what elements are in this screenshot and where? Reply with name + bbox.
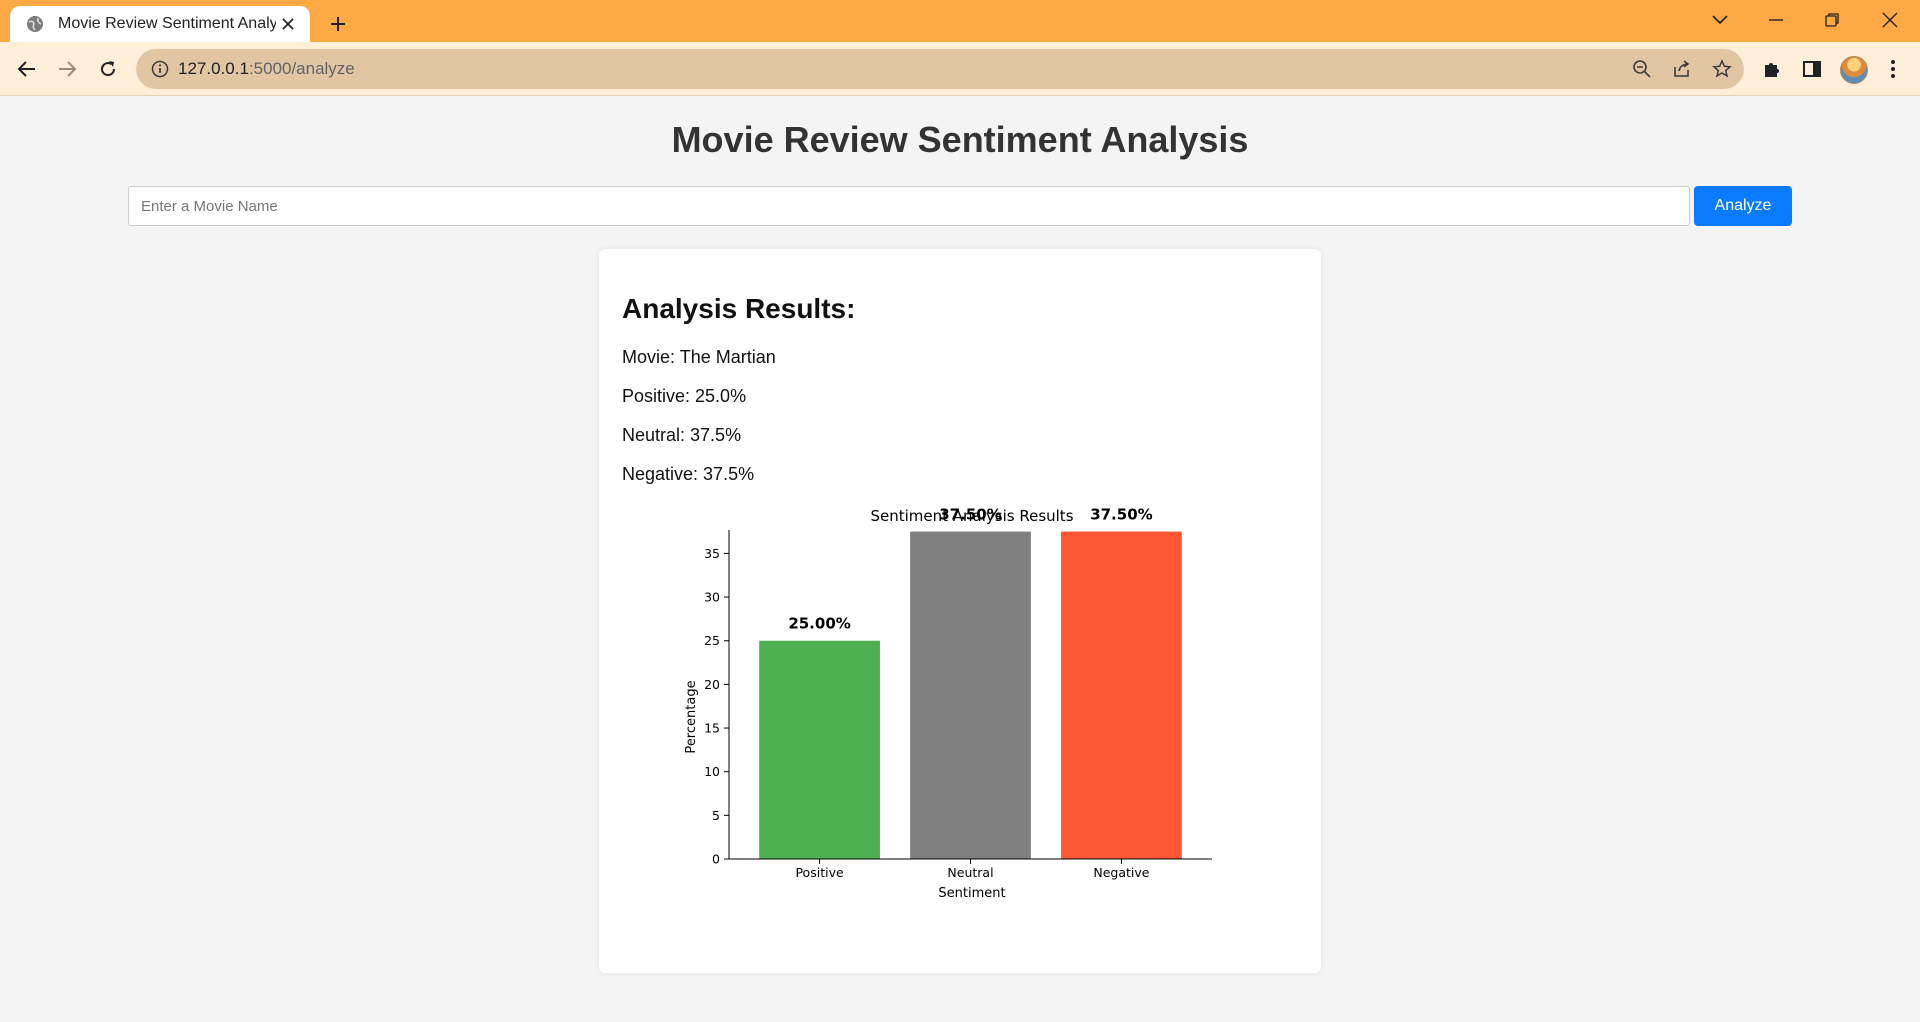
results-card: Analysis Results: Movie: The Martian Pos…: [599, 249, 1321, 973]
tab-title: Movie Review Sentiment Analysi: [58, 15, 276, 32]
y-tick-label: 5: [712, 808, 720, 823]
browser-titlebar: Movie Review Sentiment Analysi: [0, 0, 1920, 42]
results-heading: Analysis Results:: [622, 293, 856, 324]
zoom-out-icon[interactable]: [1630, 57, 1654, 81]
page-content: Movie Review Sentiment Analysis Analyze …: [0, 97, 1920, 1022]
result-label: Positive:: [622, 386, 696, 406]
reload-icon[interactable]: [92, 53, 124, 85]
url-text: 127.0.0.1:5000/analyze: [178, 59, 355, 79]
address-bar[interactable]: 127.0.0.1:5000/analyze: [136, 49, 1744, 89]
bar-neutral: [910, 531, 1031, 859]
result-label: Negative:: [622, 464, 704, 484]
result-neutral: Neutral: 37.5%: [622, 425, 741, 446]
y-tick-label: 10: [704, 764, 720, 779]
bar-positive: [759, 640, 880, 859]
restore-icon[interactable]: [1808, 0, 1856, 40]
globe-icon: [24, 13, 46, 35]
page-title: Movie Review Sentiment Analysis: [671, 119, 1249, 160]
y-tick-label: 0: [712, 852, 720, 867]
forward-icon[interactable]: [51, 53, 83, 85]
analyze-button[interactable]: Analyze: [1694, 186, 1792, 226]
side-panel-icon[interactable]: [1796, 53, 1828, 85]
info-icon[interactable]: [148, 57, 172, 81]
browser-toolbar: 127.0.0.1:5000/analyze: [0, 42, 1920, 96]
y-tick-label: 30: [704, 590, 720, 605]
result-negative: Negative: 37.5%: [622, 464, 754, 485]
sentiment-bar-chart: Sentiment Analysis Results25.00%Positive…: [684, 507, 1212, 901]
y-axis-label: Percentage: [684, 680, 699, 753]
close-icon[interactable]: [276, 12, 300, 36]
kebab-menu-icon[interactable]: [1877, 53, 1909, 85]
minimize-icon[interactable]: [1752, 0, 1800, 40]
result-value: The Martian: [679, 347, 776, 367]
x-tick-label: Neutral: [947, 865, 993, 880]
share-icon[interactable]: [1670, 57, 1694, 81]
y-tick-label: 25: [704, 633, 720, 648]
close-window-icon[interactable]: [1866, 0, 1914, 40]
result-value: 37.5%: [690, 425, 742, 445]
url-path: :5000/analyze: [248, 59, 355, 78]
avatar[interactable]: [1840, 56, 1868, 84]
chevron-down-icon[interactable]: [1696, 0, 1744, 40]
x-tick-label: Negative: [1093, 865, 1149, 880]
movie-name-input[interactable]: [128, 186, 1690, 226]
result-value: 37.5%: [703, 464, 755, 484]
y-tick-label: 15: [704, 721, 720, 736]
result-positive: Positive: 25.0%: [622, 386, 746, 407]
y-tick-label: 35: [704, 546, 720, 561]
back-icon[interactable]: [11, 53, 43, 85]
data-label: 37.50%: [939, 507, 1001, 524]
x-axis-label: Sentiment: [938, 886, 1005, 901]
puzzle-icon[interactable]: [1756, 53, 1788, 85]
result-label: Movie:: [622, 347, 680, 367]
star-icon[interactable]: [1710, 57, 1734, 81]
data-label: 25.00%: [788, 615, 850, 633]
data-label: 37.50%: [1090, 507, 1152, 524]
bar-negative: [1061, 531, 1182, 859]
url-host: 127.0.0.1: [178, 59, 249, 78]
plus-icon[interactable]: [322, 8, 354, 40]
y-tick-label: 20: [704, 677, 720, 692]
result-movie: Movie: The Martian: [622, 347, 776, 368]
x-tick-label: Positive: [795, 865, 843, 880]
result-label: Neutral:: [622, 425, 691, 445]
browser-tab[interactable]: Movie Review Sentiment Analysi: [10, 6, 310, 42]
result-value: 25.0%: [695, 386, 747, 406]
